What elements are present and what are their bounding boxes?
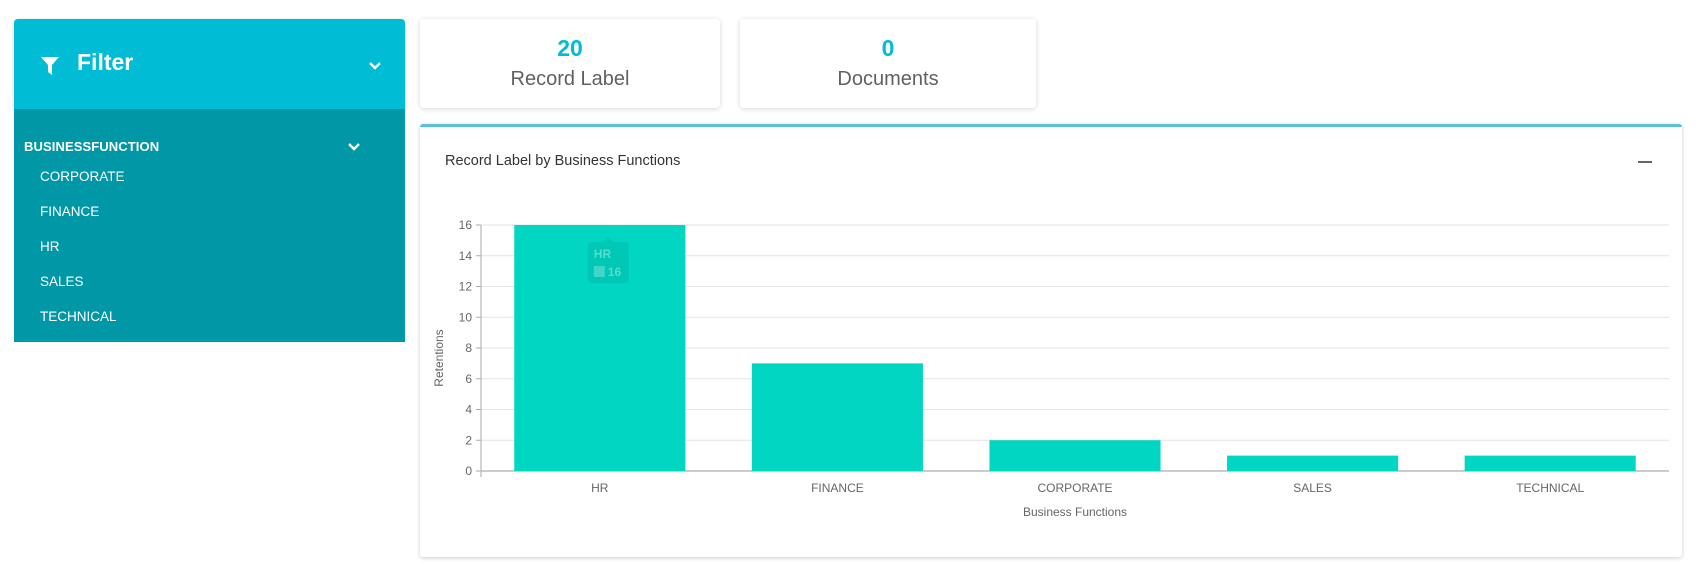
filter-item-sales[interactable]: SALES [40,274,84,289]
filter-item-hr[interactable]: HR [40,239,60,254]
y-tick-label: 0 [465,464,472,478]
stat-card-record-label[interactable]: 20 Record Label [420,19,720,108]
stat-label: Record Label [510,68,630,90]
stat-label: Documents [837,68,939,90]
x-tick-label: TECHNICAL [1516,481,1584,495]
y-tick-label: 6 [465,372,472,386]
bar-finance [751,363,923,471]
filter-body: BUSINESSFUNCTION CORPORATE FINANCE HR SA… [14,109,405,342]
filter-panel: Filter BUSINESSFUNCTION CORPORATE FINANC… [14,19,405,342]
bar-corporate [989,440,1161,471]
stat-value: 0 [881,35,895,61]
filter-title: Filter [77,49,134,75]
x-tick-label: SALES [1293,481,1332,495]
stat-value: 20 [557,35,583,61]
tooltip-value: 16 [608,265,622,279]
filter-header[interactable]: Filter [14,19,405,109]
bar-sales [1227,455,1399,471]
bar-chart: 0 2 4 6 8 10 12 14 16 HR FINANCE CORPORATE SALES TECH… [432,218,1669,519]
x-axis-title: Business Functions [1023,505,1127,519]
section-title-businessfunction[interactable]: BUSINESSFUNCTION [24,139,159,154]
y-tick-label: 2 [465,433,472,447]
y-tick-label: 12 [459,280,473,294]
chevron-down-icon[interactable] [368,61,382,71]
chevron-down-icon[interactable] [347,142,361,152]
tooltip-category: HR [594,247,612,261]
y-tick-label: 10 [459,310,473,324]
y-tick-label: 8 [465,341,472,355]
y-tick-label: 14 [459,249,473,263]
x-tick-label: CORPORATE [1037,481,1112,495]
filter-funnel-icon [41,57,59,75]
filter-item-technical[interactable]: TECHNICAL [40,309,117,324]
filter-item-corporate[interactable]: CORPORATE [40,169,125,184]
x-tick-label: FINANCE [811,481,864,495]
x-tick-label: HR [591,481,609,495]
bar-technical [1464,455,1636,471]
y-axis-title: Retentions [432,329,446,386]
y-tick-label: 16 [459,218,473,232]
tooltip-swatch [593,266,605,277]
y-tick-label: 4 [465,403,472,417]
stat-card-documents[interactable]: 0 Documents [740,19,1036,108]
chart-card: Record Label by Business Functions 02468… [420,124,1682,557]
filter-item-finance[interactable]: FINANCE [40,204,99,219]
